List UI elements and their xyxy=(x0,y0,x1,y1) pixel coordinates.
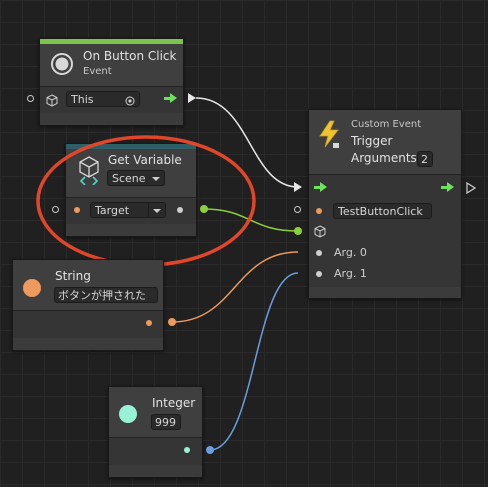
integer-literal-node[interactable]: Integer 999 xyxy=(108,386,203,478)
highlight-circle xyxy=(36,135,256,267)
cube-icon xyxy=(46,92,58,111)
cube-icon xyxy=(314,223,326,242)
string-output-port[interactable] xyxy=(146,320,152,326)
control-out-port[interactable] xyxy=(447,182,454,192)
node-title: On Button Click xyxy=(83,49,177,63)
string-literal-node[interactable]: String ボタンが押された xyxy=(12,259,164,351)
string-value-field[interactable]: ボタンが押された xyxy=(54,287,158,303)
integer-value-field[interactable]: 999 xyxy=(151,414,181,430)
target-input-port[interactable] xyxy=(294,206,301,213)
target-field[interactable]: This xyxy=(66,91,140,107)
event-name-field[interactable]: TestButtonClick xyxy=(333,203,432,219)
integer-type-icon xyxy=(118,404,138,428)
event-name-input-port[interactable] xyxy=(316,208,322,214)
control-in-port[interactable] xyxy=(320,182,327,192)
arg1-input-port[interactable] xyxy=(316,271,322,277)
target-icon[interactable] xyxy=(125,95,135,106)
node-subtitle: Trigger xyxy=(351,134,393,148)
control-out-port[interactable] xyxy=(170,93,177,103)
arg1-label: Arg. 1 xyxy=(334,267,367,280)
on-button-click-node[interactable]: On Button Click Event This xyxy=(39,38,184,126)
integer-output-port[interactable] xyxy=(184,447,190,453)
node-title: Custom Event xyxy=(351,119,422,130)
node-title: Integer xyxy=(152,396,196,410)
arguments-count-field[interactable]: 2 xyxy=(417,151,433,167)
target-field-value: This xyxy=(71,93,94,106)
arg0-input-port[interactable] xyxy=(316,250,322,256)
node-subtitle: Event xyxy=(83,66,112,77)
lightning-icon xyxy=(316,119,342,153)
custom-event-node[interactable]: Custom Event Trigger Arguments 2 TestBut… xyxy=(308,109,462,299)
control-out-outer-arrow[interactable] xyxy=(466,182,476,194)
arg0-label: Arg. 0 xyxy=(334,246,367,259)
target-input-port[interactable] xyxy=(27,95,34,102)
arguments-label: Arguments xyxy=(351,151,417,165)
radio-button-icon xyxy=(50,52,74,80)
node-title: String xyxy=(55,269,91,283)
string-type-icon xyxy=(22,278,42,302)
